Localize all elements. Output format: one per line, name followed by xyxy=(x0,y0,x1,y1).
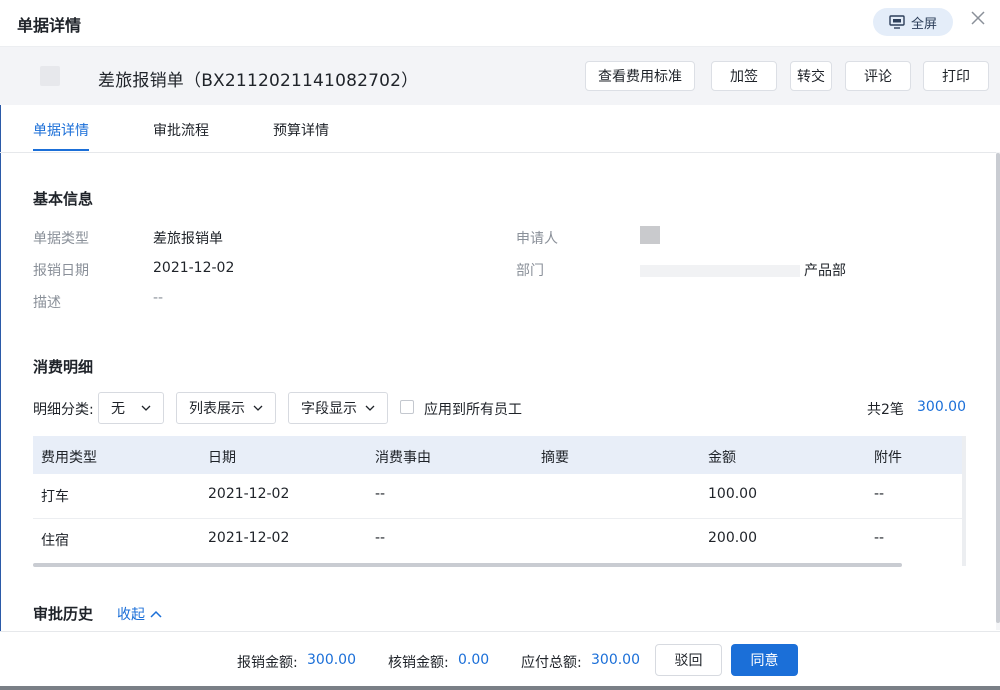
modal-title-bar: 单据详情 全屏 xyxy=(0,0,1000,47)
action-footer: 报销金额: 300.00 核销金额: 0.00 应付总额: 300.00 驳回 … xyxy=(0,631,1000,686)
expense-detail-title: 消费明细 xyxy=(33,358,94,376)
document-title: 差旅报销单（BX2112021141082702） xyxy=(98,71,419,91)
column-header: 消费事由 xyxy=(375,450,431,466)
doc-type-value: 差旅报销单 xyxy=(153,231,223,247)
tab-document-detail[interactable]: 单据详情 xyxy=(33,120,89,140)
field-display-value: 字段显示 xyxy=(301,401,357,417)
view-mode-select[interactable]: 列表展示 xyxy=(176,392,276,424)
fullscreen-button[interactable]: 全屏 xyxy=(873,8,953,36)
chevron-down-icon xyxy=(253,405,263,411)
apply-all-label: 应用到所有员工 xyxy=(424,402,522,418)
table-cell: -- xyxy=(375,530,386,546)
table-cell: 住宿 xyxy=(41,533,69,549)
column-header: 费用类型 xyxy=(41,450,97,466)
reimburse-date-value: 2021-12-02 xyxy=(153,260,235,276)
chevron-down-icon xyxy=(365,405,375,411)
view-mode-value: 列表展示 xyxy=(189,401,245,417)
column-header: 金额 xyxy=(708,450,736,466)
transfer-button[interactable]: 转交 xyxy=(790,61,832,91)
view-expense-standard-button[interactable]: 查看费用标准 xyxy=(585,61,695,91)
print-button[interactable]: 打印 xyxy=(923,61,989,91)
column-header: 摘要 xyxy=(541,450,569,466)
table-fixed-column-edge xyxy=(962,436,966,566)
active-tab-indicator xyxy=(33,149,89,151)
monitor-icon xyxy=(889,15,905,29)
applicant-avatar xyxy=(640,226,660,244)
close-icon[interactable] xyxy=(968,8,988,28)
payable-total-value: 300.00 xyxy=(591,652,640,668)
table-row[interactable]: 住宿 2021-12-02 -- 200.00 -- xyxy=(33,518,965,562)
table-cell: 2021-12-02 xyxy=(208,486,290,502)
document-detail-modal: 单据详情 全屏 差旅报销单（BX2112021141082702） 查看费用标准… xyxy=(0,0,1000,686)
detail-category-label: 明细分类: xyxy=(33,402,94,418)
doc-type-label: 单据类型 xyxy=(33,231,89,247)
department-path-redacted xyxy=(640,265,800,277)
column-header: 附件 xyxy=(874,450,902,466)
expense-count: 共2笔 xyxy=(867,402,904,418)
writeoff-amount-label: 核销金额: xyxy=(388,655,449,671)
category-select[interactable]: 无 xyxy=(98,392,164,424)
collapse-label: 收起 xyxy=(117,607,145,623)
expense-table: 费用类型 日期 消费事由 摘要 金额 附件 打车 2021-12-02 -- 1… xyxy=(33,436,965,566)
apply-all-checkbox[interactable] xyxy=(400,400,414,414)
reject-button[interactable]: 驳回 xyxy=(655,644,722,676)
description-value: -- xyxy=(153,290,164,306)
table-cell: 100.00 xyxy=(708,486,757,502)
department-label: 部门 xyxy=(516,263,544,279)
table-cell: -- xyxy=(874,530,885,546)
vertical-scrollbar[interactable] xyxy=(996,153,1000,623)
document-avatar xyxy=(40,66,60,86)
tab-budget-detail[interactable]: 预算详情 xyxy=(273,120,329,140)
fullscreen-label: 全屏 xyxy=(910,16,937,32)
applicant-label: 申请人 xyxy=(516,231,558,247)
chevron-up-icon xyxy=(150,610,162,618)
modal-title: 单据详情 xyxy=(17,16,82,35)
reimburse-date-label: 报销日期 xyxy=(33,263,89,279)
column-header: 日期 xyxy=(208,450,236,466)
agree-button[interactable]: 同意 xyxy=(731,644,798,676)
reimburse-amount-label: 报销金额: xyxy=(237,655,298,671)
field-display-select[interactable]: 字段显示 xyxy=(288,392,388,424)
basic-info-title: 基本信息 xyxy=(33,190,94,208)
table-horizontal-scrollbar[interactable] xyxy=(33,563,902,567)
table-cell: 打车 xyxy=(41,489,69,505)
payable-total-label: 应付总额: xyxy=(521,655,582,671)
table-cell: 2021-12-02 xyxy=(208,530,290,546)
reimburse-amount-value: 300.00 xyxy=(307,652,356,668)
category-select-value: 无 xyxy=(111,401,125,417)
table-row[interactable]: 打车 2021-12-02 -- 100.00 -- xyxy=(33,474,965,519)
table-header: 费用类型 日期 消费事由 摘要 金额 附件 xyxy=(33,436,965,474)
comment-button[interactable]: 评论 xyxy=(845,61,911,91)
document-header: 差旅报销单（BX2112021141082702） 查看费用标准 加签 转交 评… xyxy=(0,47,1000,105)
tab-bar: 单据详情 审批流程 预算详情 xyxy=(0,106,1000,153)
add-signer-button[interactable]: 加签 xyxy=(711,61,777,91)
chevron-down-icon xyxy=(141,405,151,411)
approval-history-title: 审批历史 xyxy=(33,605,94,623)
expense-total: 300.00 xyxy=(917,399,966,415)
tab-approval-flow[interactable]: 审批流程 xyxy=(153,120,209,140)
table-cell: 200.00 xyxy=(708,530,757,546)
table-cell: -- xyxy=(874,486,885,502)
writeoff-amount-value: 0.00 xyxy=(458,652,490,668)
department-value: 产品部 xyxy=(804,263,846,279)
collapse-history-link[interactable]: 收起 xyxy=(117,604,162,624)
description-label: 描述 xyxy=(33,295,61,311)
table-cell: -- xyxy=(375,486,386,502)
